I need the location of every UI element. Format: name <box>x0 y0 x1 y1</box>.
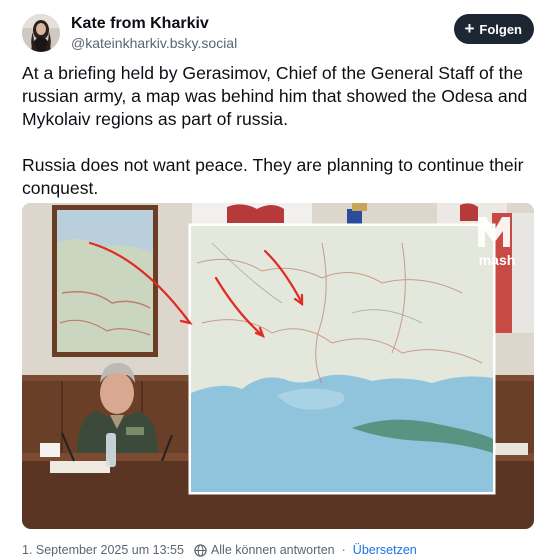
translate-link[interactable]: Übersetzen <box>353 543 417 557</box>
author-handle[interactable]: @kateinkharkiv.bsky.social <box>71 35 237 51</box>
footer-separator: · <box>341 543 346 557</box>
post-paragraph: Russia does not want peace. They are pla… <box>22 155 524 198</box>
follow-button[interactable]: + Folgen <box>454 14 534 44</box>
mash-watermark: mash <box>479 252 516 268</box>
globe-icon <box>194 543 207 557</box>
post-image[interactable]: mash <box>22 203 534 529</box>
post-header: Kate from Kharkiv @kateinkharkiv.bsky.so… <box>22 14 534 54</box>
post-text: At a briefing held by Gerasimov, Chief o… <box>22 62 537 200</box>
plus-icon: + <box>464 19 475 38</box>
post-paragraph: At a briefing held by Gerasimov, Chief o… <box>22 63 528 129</box>
reply-setting: Alle können antworten <box>210 543 335 557</box>
author-display-name[interactable]: Kate from Kharkiv <box>71 15 209 33</box>
post-timestamp[interactable]: 1. September 2025 um 13:55 <box>22 543 184 557</box>
avatar-image <box>22 14 60 52</box>
briefing-photo: mash <box>22 203 534 529</box>
follow-button-label: Folgen <box>479 21 522 37</box>
post-footer: 1. September 2025 um 13:55 Alle können a… <box>22 541 417 559</box>
avatar[interactable] <box>22 14 60 52</box>
